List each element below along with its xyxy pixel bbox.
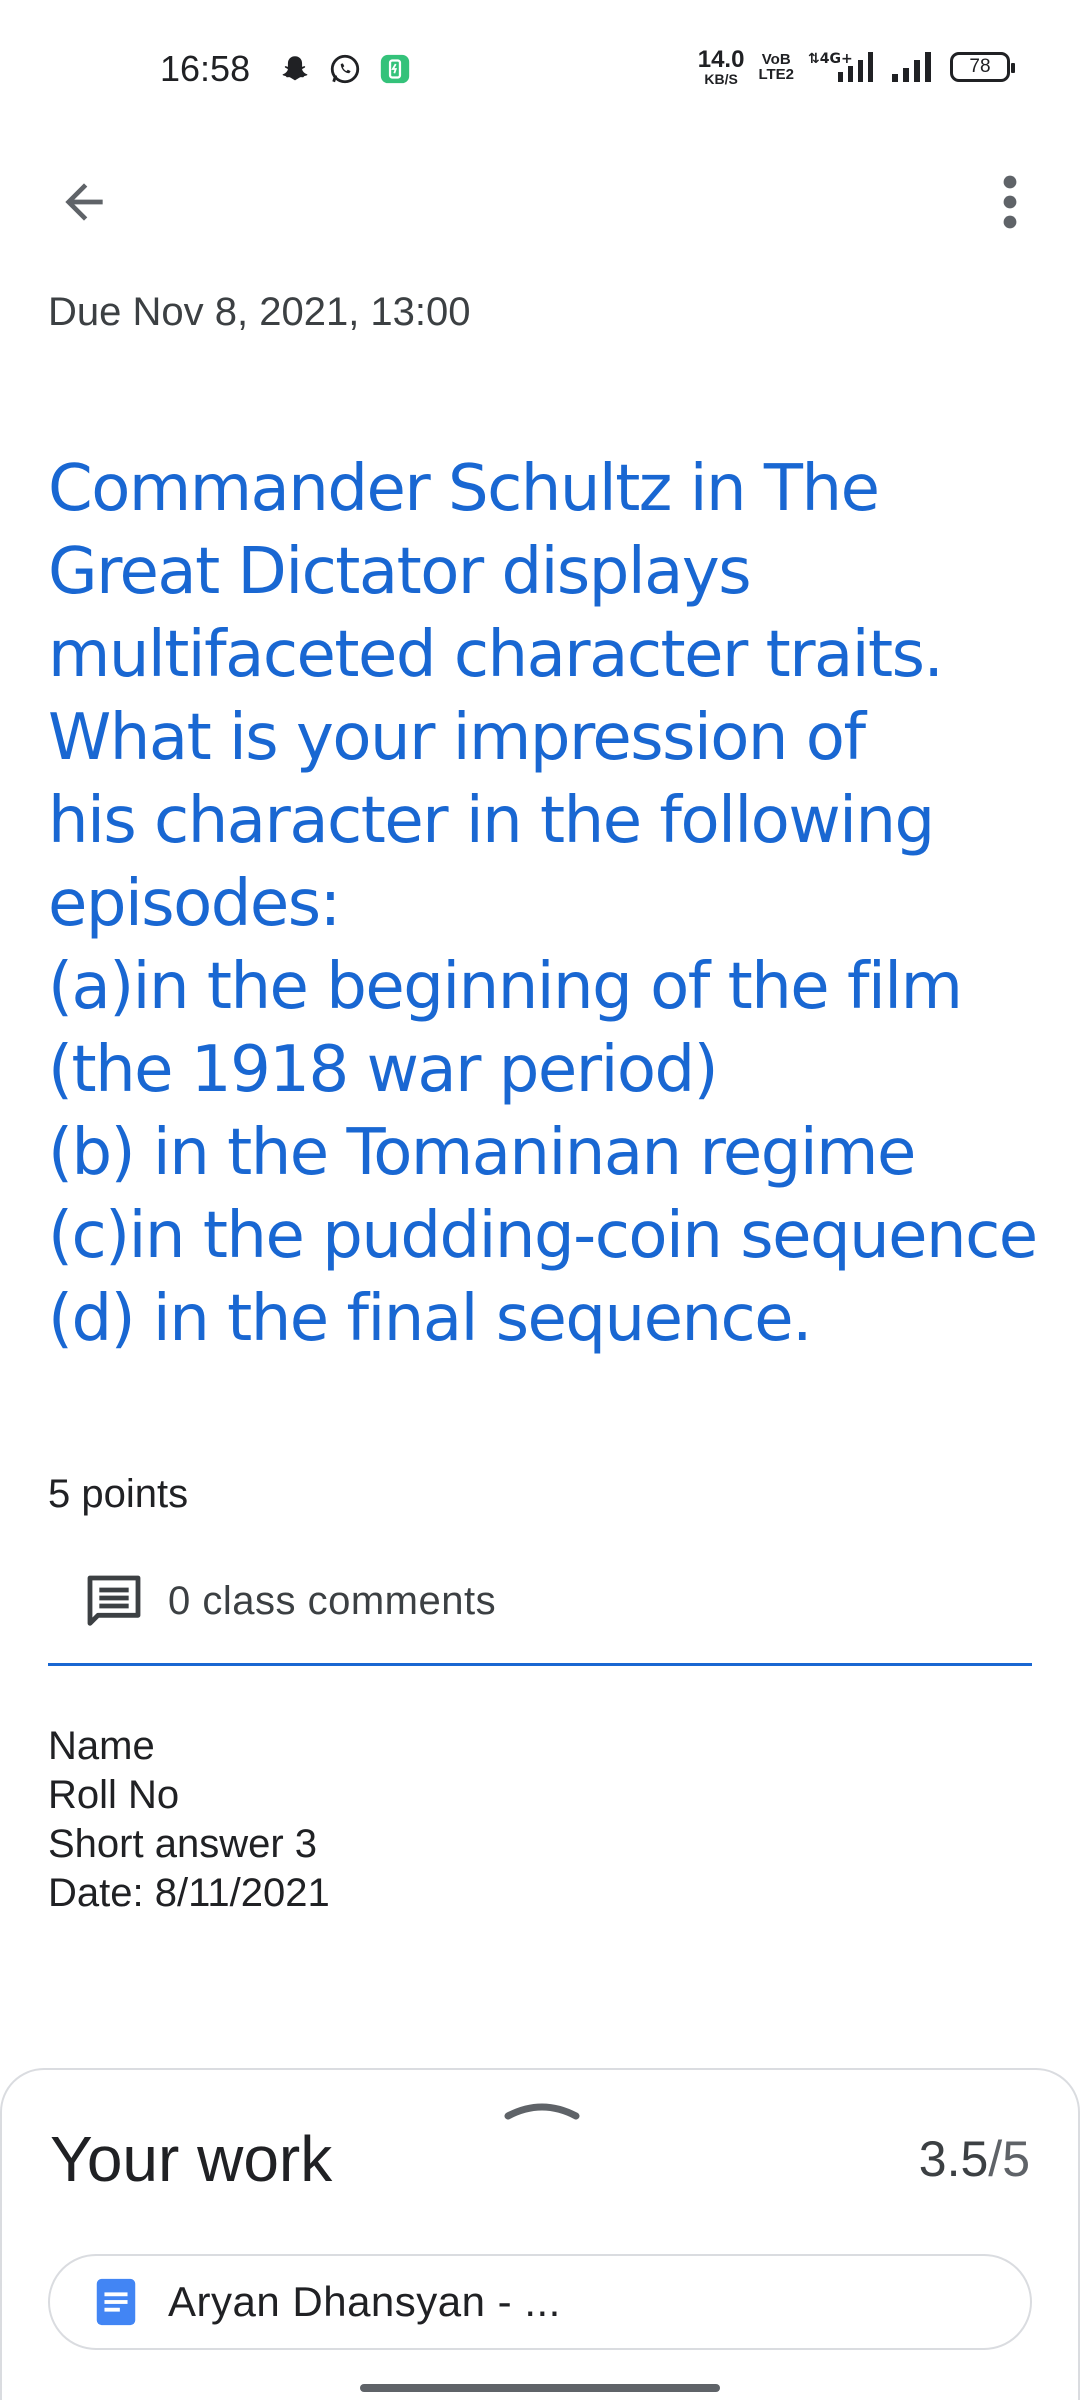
chevron-up-icon[interactable] [502, 2094, 582, 2124]
question-line: What is your impression of [48, 701, 866, 775]
whatsapp-icon [330, 54, 360, 84]
question-line: multifaceted character traits. [48, 618, 944, 692]
question-line: (c)in the pudding-coin sequence [48, 1199, 1038, 1273]
question-line: his character in the following [48, 784, 935, 858]
description-line: Name [48, 1724, 155, 1768]
snapchat-icon [282, 56, 308, 81]
network-speed: 14.0 KB/S [697, 46, 745, 87]
svg-text:⇅4G+: ⇅4G+ [808, 51, 853, 67]
question-line: (b) in the Tomaninan regime [48, 1116, 916, 1190]
points-label: 5 points [48, 1472, 189, 1516]
attachment-chip[interactable]: Aryan Dhansyan - ... [48, 2254, 1032, 2350]
grade-value: 3.5 [918, 2131, 989, 2187]
grade: 3.5/5 [919, 2130, 1030, 2188]
notification-icons [278, 52, 412, 86]
your-work-title: Your work [50, 2123, 333, 2195]
signal-bars-icon [892, 52, 931, 82]
class-comments-label: 0 class comments [168, 1579, 497, 1623]
grade-total: /5 [988, 2131, 1030, 2187]
question-line: (the 1918 war period) [48, 1033, 719, 1107]
question-line: episodes: [48, 867, 341, 941]
due-date: Due Nov 8, 2021, 13:00 [48, 290, 471, 334]
battery-saver-icon [380, 54, 410, 84]
assignment-description: Name Roll No Short answer 3 Date: 8/11/2… [48, 1722, 330, 1918]
description-line: Short answer 3 [48, 1822, 318, 1866]
question-line: Commander Schultz in The [48, 452, 880, 526]
assignment-question: Commander Schultz in The Great Dictator … [48, 448, 1048, 1361]
back-button[interactable] [48, 166, 120, 238]
signal-4g-icon: ⇅4G+ [808, 51, 873, 82]
question-line: (a)in the beginning of the film [48, 950, 963, 1024]
class-comments-button[interactable]: 0 class comments [48, 1556, 1032, 1666]
attachment-label: Aryan Dhansyan - ... [168, 2278, 561, 2325]
status-bar: 16:58 14.0 KB/S VoB LTE2 ⇅4G+ 78 [0, 0, 1080, 140]
arrow-left-icon [65, 183, 103, 221]
your-work-sheet[interactable]: Your work 3.5/5 [0, 2068, 1080, 2400]
volte-indicator: VoB LTE2 [758, 51, 794, 83]
more-vert-icon [1003, 175, 1017, 229]
status-time: 16:58 [160, 48, 251, 89]
question-line: (d) in the final sequence. [48, 1282, 812, 1356]
google-docs-icon [96, 2278, 136, 2326]
battery-indicator: 78 [950, 52, 1015, 82]
more-options-button[interactable] [986, 166, 1034, 238]
description-line: Date: 8/11/2021 [48, 1871, 330, 1915]
gesture-nav-bar[interactable] [360, 2384, 720, 2392]
comment-icon [74, 1562, 154, 1642]
system-indicators: 14.0 KB/S VoB LTE2 ⇅4G+ 78 [697, 46, 1015, 87]
question-line: Great Dictator displays [48, 535, 752, 609]
description-line: Roll No [48, 1773, 180, 1817]
